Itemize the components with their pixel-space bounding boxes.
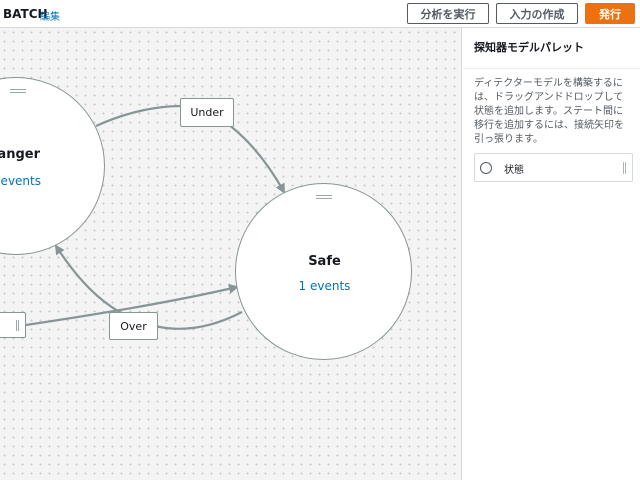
drag-handle-icon[interactable] bbox=[10, 89, 26, 93]
partial-node[interactable] bbox=[0, 312, 26, 338]
state-name: Safe bbox=[308, 254, 341, 269]
state-name: Danger bbox=[0, 147, 40, 162]
palette-title: 探知器モデルパレット bbox=[463, 28, 640, 69]
palette-item-label: 状態 bbox=[504, 165, 524, 176]
edit-link[interactable]: 編集 bbox=[40, 8, 60, 23]
palette-description: ディテクターモデルを構築するには、ドラッグアンドドロップして状態を追加します。ス… bbox=[474, 78, 624, 145]
drag-handle-icon[interactable] bbox=[316, 195, 332, 199]
detector-model-palette: 探知器モデルパレット ディテクターモデルを構築するには、ドラッグアンドドロップし… bbox=[463, 28, 640, 480]
detector-model-canvas[interactable]: Danger 1 events Safe 1 events Under Over bbox=[0, 28, 462, 480]
grip-icon[interactable] bbox=[16, 320, 19, 331]
palette-item-state[interactable]: 状態 bbox=[474, 153, 633, 182]
state-node-safe[interactable]: Safe 1 events bbox=[235, 183, 412, 360]
transition-label-under[interactable]: Under bbox=[180, 98, 234, 127]
circle-icon bbox=[480, 162, 492, 174]
top-toolbar: BATCH 編集 分析を実行 入力の作成 発行 bbox=[0, 0, 640, 28]
run-analysis-button[interactable]: 分析を実行 bbox=[407, 3, 489, 24]
grip-icon[interactable] bbox=[623, 162, 626, 174]
create-input-button[interactable]: 入力の作成 bbox=[496, 3, 578, 24]
state-events-link[interactable]: 1 events bbox=[0, 174, 41, 188]
state-events-link[interactable]: 1 events bbox=[236, 279, 413, 293]
publish-button[interactable]: 発行 bbox=[585, 3, 635, 24]
transition-label-over[interactable]: Over bbox=[109, 312, 158, 340]
